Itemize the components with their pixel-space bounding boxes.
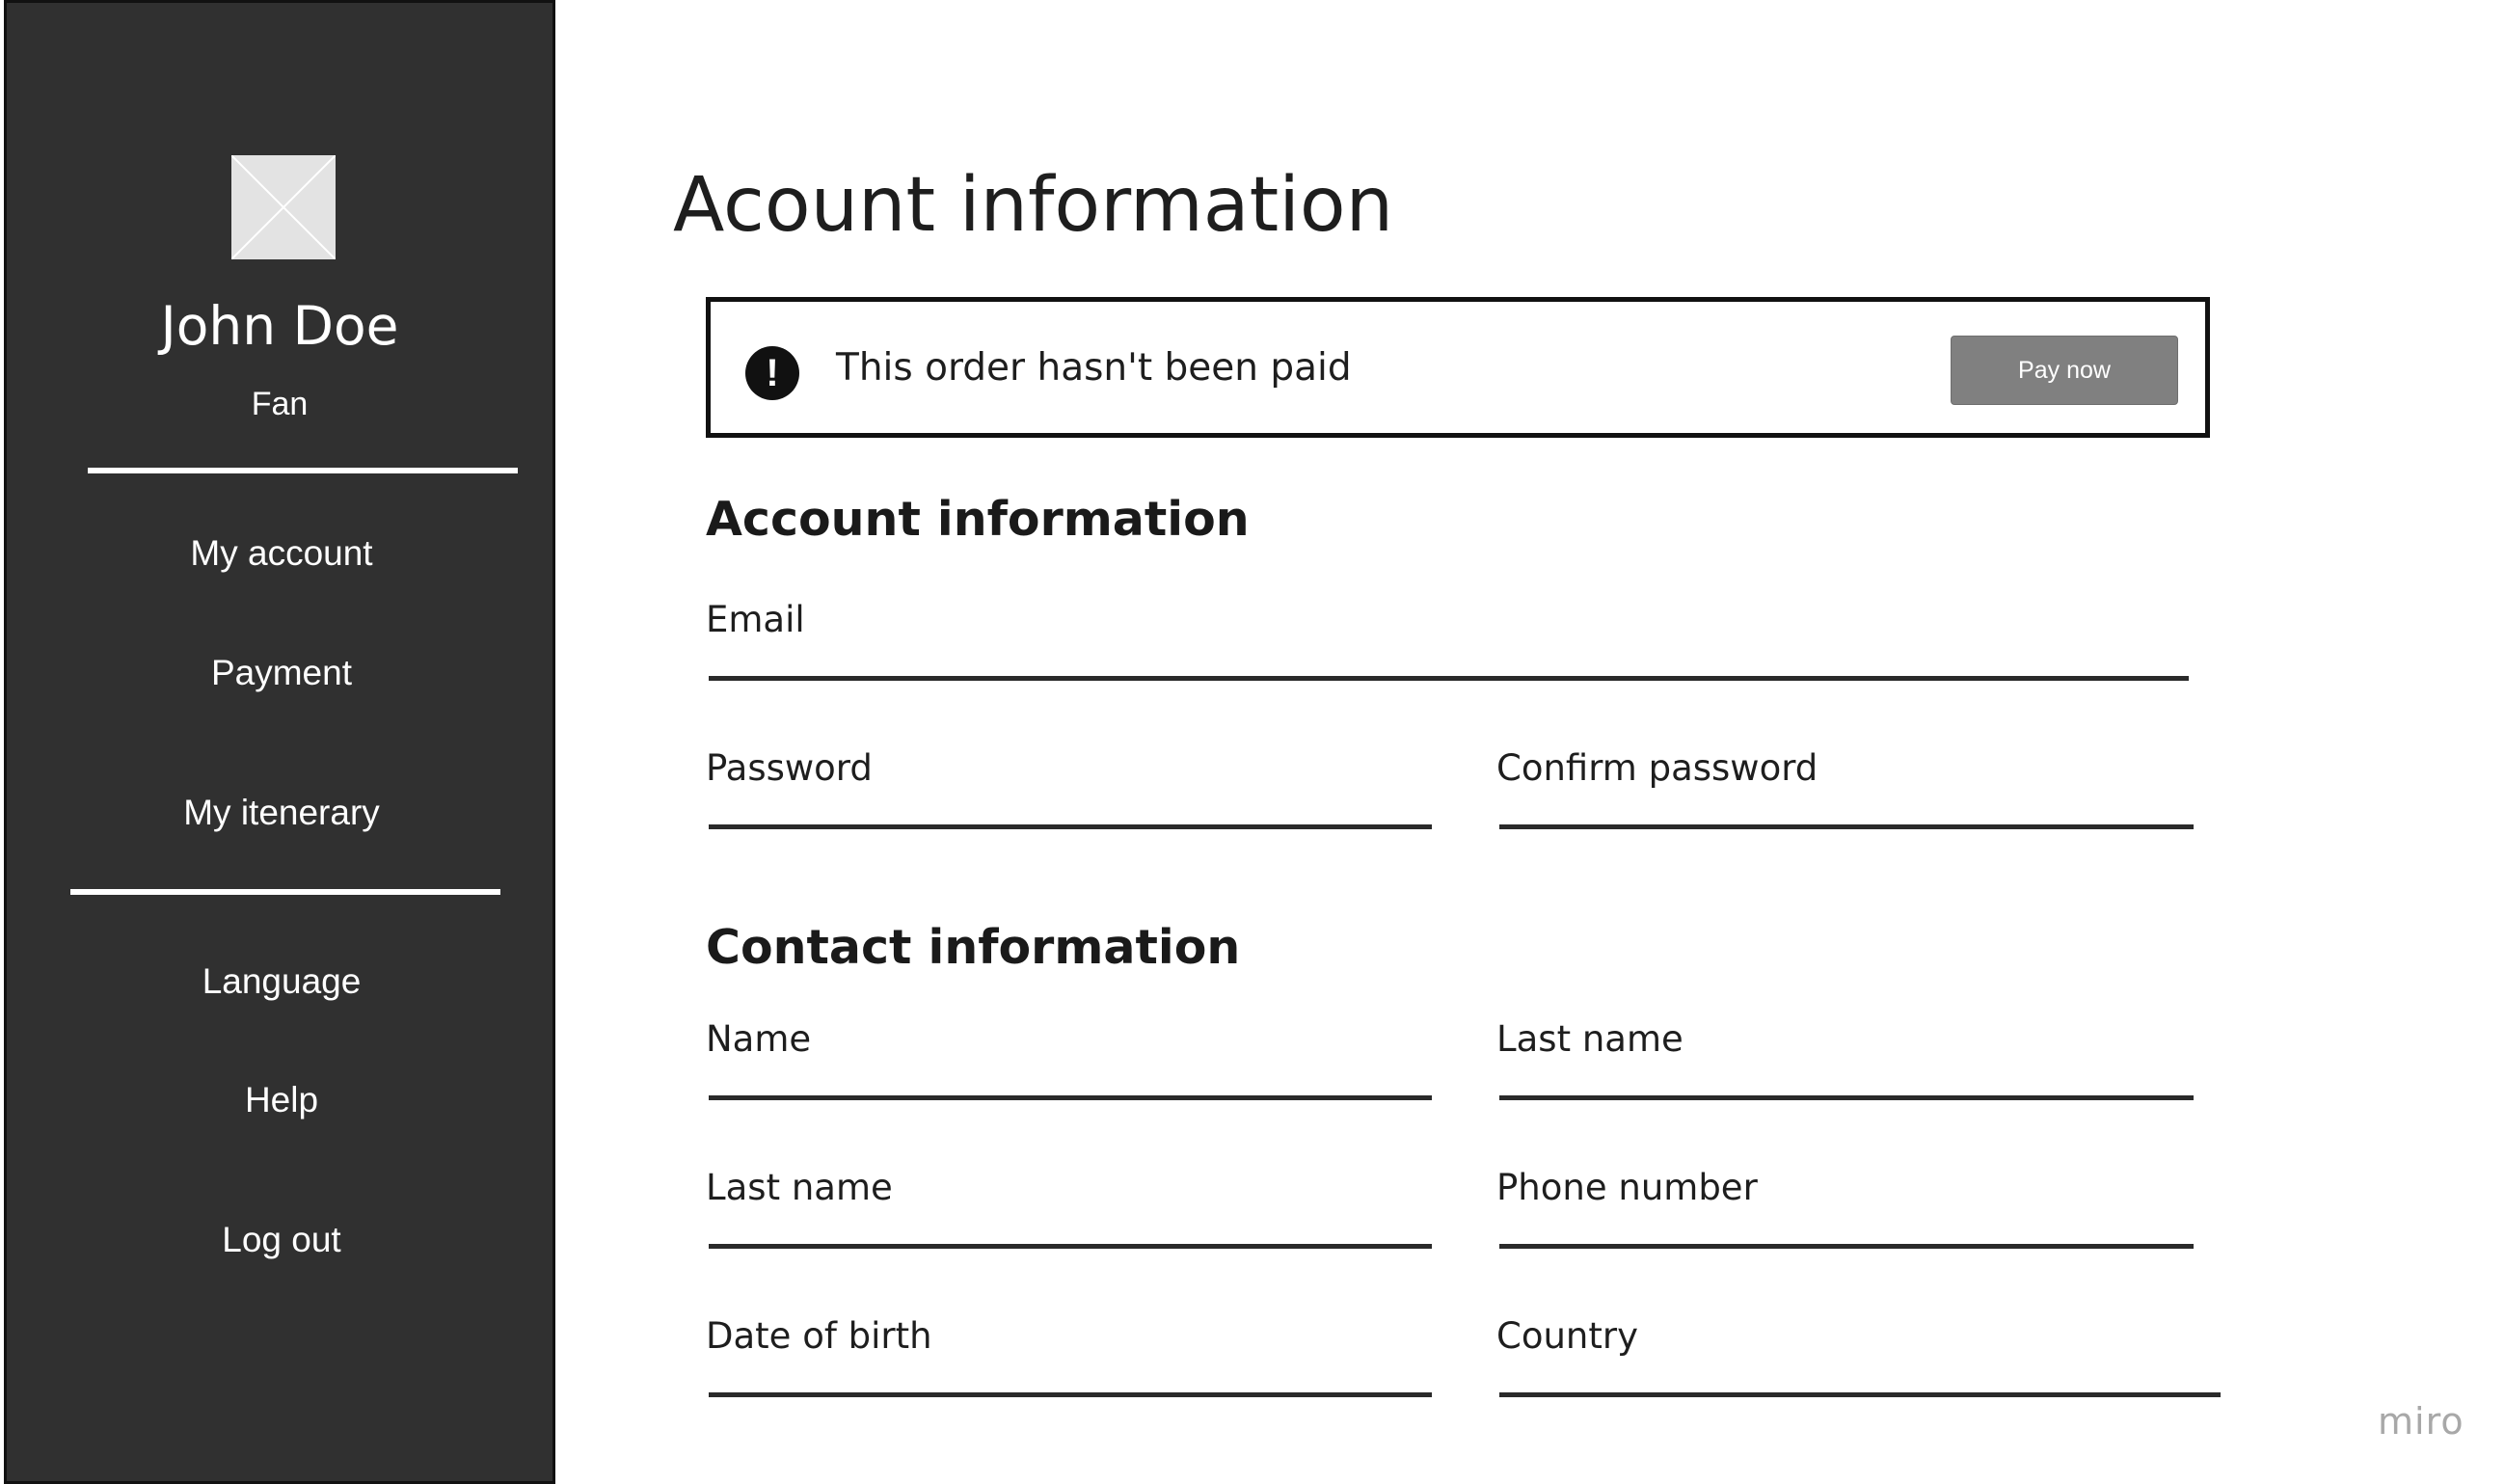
last-name-2-label: Last name <box>706 1167 893 1208</box>
unpaid-order-alert: ! This order hasn't been paid Pay now <box>706 297 2210 438</box>
image-placeholder-icon <box>231 155 336 259</box>
last-name-field[interactable] <box>1499 1095 2194 1100</box>
phone-number-label: Phone number <box>1496 1167 1758 1208</box>
name-label: Name <box>706 1018 812 1060</box>
user-role: Fan <box>251 386 309 422</box>
sidebar: John Doe Fan My account Payment My itene… <box>4 0 555 1484</box>
nav-item-log-out[interactable]: Log out <box>7 1220 556 1260</box>
nav-item-help[interactable]: Help <box>7 1080 556 1120</box>
alert-message: This order hasn't been paid <box>836 346 1352 390</box>
contact-section-title: Contact information <box>706 920 1241 975</box>
confirm-password-label: Confirm password <box>1496 747 1818 789</box>
email-field[interactable] <box>709 676 2189 681</box>
sidebar-divider-top <box>88 468 518 473</box>
last-name-label: Last name <box>1496 1018 1683 1060</box>
nav-item-my-itinerary[interactable]: My itenerary <box>7 793 556 833</box>
miro-watermark: miro <box>2378 1400 2465 1443</box>
nav-item-language[interactable]: Language <box>7 961 556 1002</box>
country-label: Country <box>1496 1315 1638 1357</box>
sidebar-divider-bottom <box>70 889 500 895</box>
password-label: Password <box>706 747 873 789</box>
page-title: Acount information <box>673 162 1394 249</box>
avatar-placeholder-icon <box>231 155 336 259</box>
user-name: John Doe <box>160 295 399 357</box>
date-of-birth-field[interactable] <box>709 1392 1432 1397</box>
email-label: Email <box>706 599 805 640</box>
name-field[interactable] <box>709 1095 1432 1100</box>
country-field[interactable] <box>1499 1392 2221 1397</box>
password-field[interactable] <box>709 824 1432 829</box>
phone-number-field[interactable] <box>1499 1244 2194 1249</box>
pay-now-button[interactable]: Pay now <box>1951 336 2178 405</box>
last-name-2-field[interactable] <box>709 1244 1432 1249</box>
nav-item-payment[interactable]: Payment <box>7 653 556 693</box>
exclamation-circle-icon: ! <box>745 346 799 400</box>
nav-item-my-account[interactable]: My account <box>7 533 556 574</box>
confirm-password-field[interactable] <box>1499 824 2194 829</box>
account-section-title: Account information <box>706 492 1250 547</box>
date-of-birth-label: Date of birth <box>706 1315 932 1357</box>
